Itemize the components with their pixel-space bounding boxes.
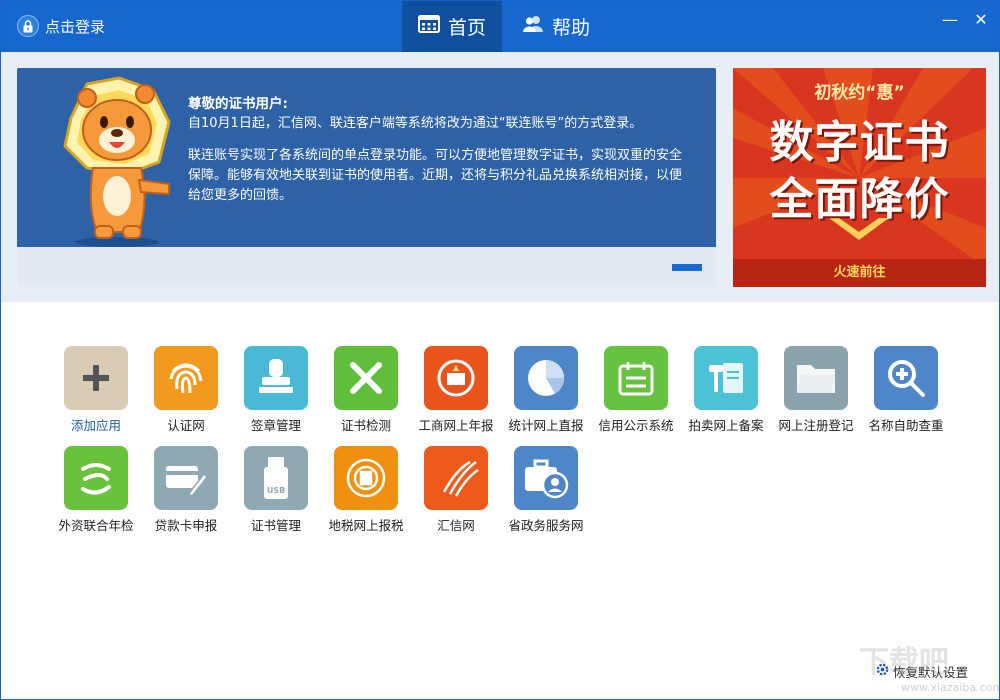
tab-home[interactable]: 首页 — [402, 1, 502, 52]
app-label: 地税网上报税 — [328, 518, 404, 533]
app-label: 签章管理 — [250, 418, 301, 433]
title-bar: 点击登录 首页 帮助 — ✕ — [1, 1, 999, 52]
app-label: 外资联合年检 — [58, 518, 134, 533]
calendar-icon — [604, 346, 668, 410]
users-icon — [522, 15, 544, 38]
banner-area: 尊敬的证书用户: 自10月1日起，汇信网、联连客户端等系统将改为通过“联连账号”… — [1, 52, 999, 302]
tools-icon — [334, 346, 398, 410]
gear-icon — [876, 663, 889, 679]
fingerprint-icon — [154, 346, 218, 410]
app-tongji[interactable]: 统计网上直报 — [501, 344, 591, 440]
app-label: 省政务服务网 — [508, 518, 584, 533]
app-waizi[interactable]: 外资联合年检 — [51, 444, 141, 540]
app-label: 证书管理 — [250, 518, 301, 533]
plus-icon — [64, 346, 128, 410]
tax-seal-icon — [334, 446, 398, 510]
minimize-icon: — — [942, 9, 958, 29]
tab-home-label: 首页 — [447, 17, 486, 39]
app-xinyong[interactable]: 信用公示系统 — [591, 344, 681, 440]
notice-paragraph-2: 联连账号实现了各系统间的单点登录功能。可以方便地管理数字证书，实现双重的安全保障… — [188, 148, 683, 203]
lock-icon — [17, 15, 39, 37]
notice-panel: 尊敬的证书用户: 自10月1日起，汇信网、联连客户端等系统将改为通过“联连账号”… — [17, 68, 716, 247]
login-button[interactable]: 点击登录 — [17, 14, 105, 38]
reset-defaults-button[interactable]: 恢复默认设置 — [876, 662, 968, 680]
app-label: 添加应用 — [70, 418, 121, 433]
app-label: 网上注册登记 — [778, 418, 854, 433]
app-dishui[interactable]: 地税网上报税 — [321, 444, 411, 540]
promo-subtitle: 初秋约“惠” — [814, 83, 905, 103]
briefcase-user-icon — [514, 446, 578, 510]
app-qianzhang[interactable]: 签章管理 — [231, 344, 321, 440]
promo-headline-2: 全面降价 — [769, 174, 950, 225]
notice-text: 尊敬的证书用户: 自10月1日起，汇信网、联连客户端等系统将改为通过“联连账号”… — [188, 94, 688, 206]
promo-banner[interactable]: 初秋约“惠” 数字证书 全面降价 火速前往 — [733, 68, 986, 287]
app-label: 证书检测 — [340, 418, 391, 433]
svg-text:USB: USB — [267, 486, 285, 495]
app-label: 信用公示系统 — [598, 418, 674, 433]
notice-carousel: 尊敬的证书用户: 自10月1日起，汇信网、联连客户端等系统将改为通过“联连账号”… — [17, 68, 716, 287]
tab-help[interactable]: 帮助 — [511, 1, 601, 52]
stamp-icon — [244, 346, 308, 410]
emblem-icon — [424, 346, 488, 410]
gavel-icon — [694, 346, 758, 410]
icinfo-logo-icon — [424, 446, 488, 510]
app-zhengshu-jiance[interactable]: 证书检测 — [321, 344, 411, 440]
app-label: 名称自助查重 — [868, 418, 944, 433]
carousel-indicator[interactable] — [672, 264, 702, 271]
watermark-url: www.xiazaiba.com — [901, 681, 1000, 694]
app-daikuanka[interactable]: 贷款卡申报 — [141, 444, 231, 540]
pie-chart-icon — [514, 346, 578, 410]
app-label: 拍卖网上备案 — [688, 418, 764, 433]
usb-key-icon: USB — [244, 446, 308, 510]
app-label: 汇信网 — [437, 518, 475, 533]
app-huixin[interactable]: 汇信网 — [411, 444, 501, 540]
minimize-button[interactable]: — — [939, 9, 961, 29]
magnifier-icon — [874, 346, 938, 410]
reset-defaults-label: 恢复默认设置 — [893, 664, 969, 680]
app-add[interactable]: 添加应用 — [51, 344, 141, 440]
app-label: 工商网上年报 — [418, 418, 494, 433]
tab-help-label: 帮助 — [551, 17, 590, 39]
notice-paragraph-1: 自10月1日起，汇信网、联连客户端等系统将改为通过“联连账号”的方式登录。 — [188, 116, 643, 131]
card-pen-icon — [154, 446, 218, 510]
close-icon: ✕ — [974, 9, 988, 29]
app-mingcheng[interactable]: 名称自助查重 — [861, 344, 951, 440]
app-window: 点击登录 首页 帮助 — ✕ 尊敬的证书用户: 自10月1日起，汇信网、联连客户… — [0, 0, 1000, 700]
app-paimai[interactable]: 拍卖网上备案 — [681, 344, 771, 440]
app-renzheng[interactable]: 认证网 — [141, 344, 231, 440]
notice-greeting: 尊敬的证书用户: — [188, 96, 288, 112]
app-zhengshu-guanli[interactable]: USB 证书管理 — [231, 444, 321, 540]
swirl-icon — [64, 446, 128, 510]
promo-cta[interactable]: 火速前往 — [733, 259, 986, 287]
app-label: 统计网上直报 — [508, 418, 584, 433]
app-gongshang[interactable]: 工商网上年报 — [411, 344, 501, 440]
app-zhuce[interactable]: 网上注册登记 — [771, 344, 861, 440]
calendar-grid-icon — [417, 15, 440, 38]
close-button[interactable]: ✕ — [970, 9, 992, 29]
app-label: 认证网 — [167, 418, 205, 433]
promo-headline-1: 数字证书 — [769, 117, 950, 168]
lion-mascot-icon — [63, 76, 171, 247]
app-label: 贷款卡申报 — [154, 518, 218, 533]
login-label: 点击登录 — [45, 17, 106, 36]
app-zhengwu[interactable]: 省政务服务网 — [501, 444, 591, 540]
folder-icon — [784, 346, 848, 410]
